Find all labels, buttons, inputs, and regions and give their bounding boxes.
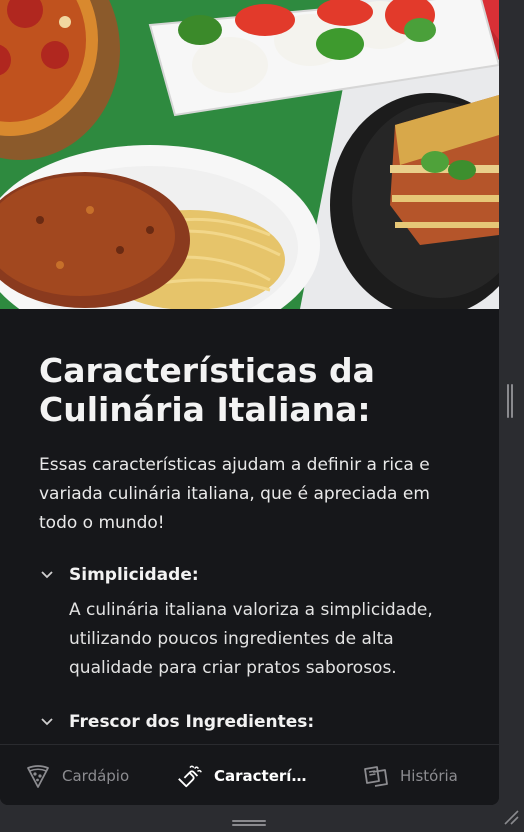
content-section: Características da Culinária Italiana: E… bbox=[0, 309, 499, 744]
accordion-body-simplicidade: A culinária italiana valoriza a simplici… bbox=[69, 600, 433, 678]
tab-label: Características bbox=[214, 766, 309, 785]
tab-cardapio[interactable]: Cardápio bbox=[24, 745, 129, 805]
tab-caracteristicas[interactable]: Características bbox=[176, 745, 309, 805]
resize-handle-bottom[interactable] bbox=[232, 813, 266, 826]
splitter-handle[interactable] bbox=[506, 384, 514, 418]
pizza-slice-icon bbox=[24, 762, 52, 790]
section-title: Características da Culinária Italiana: bbox=[39, 351, 375, 429]
accordion-header-simplicidade[interactable]: Simplicidade: bbox=[40, 563, 199, 587]
history-book-icon bbox=[362, 762, 390, 790]
resize-grip-icon[interactable] bbox=[502, 808, 520, 826]
accordion-label: Frescor dos Ingredientes: bbox=[69, 712, 315, 732]
cooking-hand-icon bbox=[176, 762, 204, 790]
tab-historia[interactable]: História bbox=[362, 745, 458, 805]
bottom-tab-bar: Cardápio Características História bbox=[0, 744, 499, 805]
hero-image bbox=[0, 0, 499, 309]
tab-label: Cardápio bbox=[62, 766, 130, 785]
app-window: Características da Culinária Italiana: E… bbox=[0, 0, 499, 805]
accordion-header-frescor[interactable]: Frescor dos Ingredientes: bbox=[40, 710, 314, 734]
accordion-label: Simplicidade: bbox=[69, 565, 199, 585]
chevron-down-icon bbox=[40, 565, 62, 585]
chevron-down-icon bbox=[40, 712, 62, 732]
section-intro: Essas características ajudam a definir a… bbox=[39, 455, 430, 533]
tab-label: História bbox=[400, 766, 458, 785]
